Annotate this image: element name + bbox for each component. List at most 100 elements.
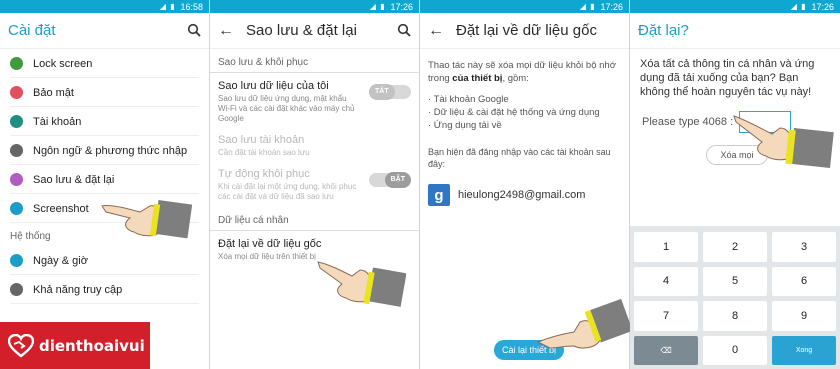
settings-item-label: Tài khoản <box>33 115 82 128</box>
clock-icon <box>10 254 23 267</box>
key-9[interactable]: 9 <box>772 301 836 331</box>
screenshot-icon <box>10 202 23 215</box>
status-bar: ◢ ▮ 17:26 <box>210 0 419 13</box>
key-2[interactable]: 2 <box>703 232 767 262</box>
key-7[interactable]: 7 <box>634 301 698 331</box>
auto-restore-desc: Khi cài đặt lại một ứng dụng, khôi phục … <box>218 182 357 201</box>
list-item: · Dữ liệu & cài đặt hệ thống và ứng dụng <box>428 107 600 118</box>
page-title: Đặt lại? <box>638 22 689 39</box>
backup-data-row[interactable]: Sao lưu dữ liệu của tôi Sao lưu dữ liệu … <box>210 75 419 129</box>
back-arrow-icon[interactable]: ← <box>428 22 444 40</box>
google-logo-icon: g <box>428 184 450 206</box>
pointing-hand-icon <box>101 199 192 239</box>
settings-item-label: Khả năng truy cập <box>33 283 123 296</box>
language-icon <box>10 144 23 157</box>
lock-screen-icon <box>10 57 23 70</box>
search-icon[interactable] <box>397 23 411 37</box>
reset-intro-bold: của thiết bị <box>452 73 503 84</box>
backspace-icon: ⌫ <box>660 345 672 355</box>
status-time: 17:26 <box>600 1 623 12</box>
backup-account-row: Sao lưu tài khoản Cần đặt tài khoản sao … <box>210 129 419 163</box>
backup-data-desc: Sao lưu dữ liệu ứng dụng, mật khẩu Wi-Fi… <box>218 94 355 123</box>
settings-item-label: Screenshot <box>33 202 89 215</box>
backspace-key[interactable]: ⌫ <box>634 335 698 365</box>
section-header-backup: Sao lưu & khôi phục <box>210 49 419 73</box>
confirm-header: Đặt lại? <box>630 13 840 49</box>
pointing-hand-icon <box>317 261 406 307</box>
auto-restore-row: Tự động khôi phục Khi cài đặt lại một ứn… <box>210 163 419 207</box>
auto-restore-toggle-label: BẬT <box>384 172 411 188</box>
status-time: 17:26 <box>811 1 834 12</box>
padlock-icon <box>10 86 23 99</box>
pointing-hand-icon <box>733 115 834 168</box>
settings-header: Cài đặt <box>0 13 209 49</box>
reset-intro-end: , gồm: <box>502 73 529 84</box>
key-5[interactable]: 5 <box>703 266 767 296</box>
factory-reset-title: Đặt lại về dữ liệu gốc <box>218 238 322 250</box>
auto-restore-toggle: BẬT <box>369 172 411 188</box>
account-email: hieulong2498@gmail.com <box>458 188 586 201</box>
google-account-row: g hieulong2498@gmail.com <box>428 184 621 206</box>
search-icon[interactable] <box>187 23 201 37</box>
status-bar: ◢ ▮ 16:58 <box>0 0 209 13</box>
pointing-hand-icon <box>536 298 630 349</box>
list-item: · Tài khoản Google <box>428 94 509 105</box>
accounts-note: Bạn hiện đã đăng nhập vào các tài khoản … <box>428 147 611 169</box>
logo-text: dienthoaivui <box>39 336 145 355</box>
done-key[interactable]: Xong <box>772 335 836 365</box>
settings-item-label: Ngày & giờ <box>33 254 88 267</box>
settings-item-clock[interactable]: Ngày & giờ <box>0 246 209 275</box>
backup-account-title: Sao lưu tài khoản <box>218 134 305 146</box>
settings-item-person[interactable]: Tài khoản <box>0 107 209 136</box>
settings-item-label: Sao lưu & đặt lại <box>33 173 115 186</box>
backup-reset-header: ← Sao lưu & đặt lại <box>210 13 419 49</box>
status-bar: ◢ ▮ 17:26 <box>630 0 840 13</box>
back-arrow-icon[interactable]: ← <box>218 22 234 40</box>
confirm-code-label: Please type 4068 : <box>642 116 734 128</box>
signal-icons: ◢ ▮ <box>159 2 176 11</box>
signal-icons: ◢ ▮ <box>790 2 807 11</box>
backup-toggle-label: TẮT <box>369 84 395 100</box>
confirm-message: Xóa tất cả thông tin cá nhân và ứng dụng… <box>640 58 815 98</box>
settings-item-hand[interactable]: Khả năng truy cập <box>0 275 209 304</box>
key-8[interactable]: 8 <box>703 301 767 331</box>
settings-item-padlock[interactable]: Bảo mật <box>0 78 209 107</box>
backup-icon <box>10 173 23 186</box>
settings-item-language[interactable]: Ngôn ngữ & phương thức nhập <box>0 136 209 165</box>
key-0[interactable]: 0 <box>703 335 767 365</box>
reset-intro: Thao tác này sẽ xóa mọi dữ liệu khỏi bộ … <box>428 59 621 85</box>
settings-item-backup[interactable]: Sao lưu & đặt lại <box>0 165 209 194</box>
signal-icons: ◢ ▮ <box>369 2 386 11</box>
factory-reset-header: ← Đặt lại về dữ liệu gốc <box>420 13 629 49</box>
page-title: Đặt lại về dữ liệu gốc <box>456 22 597 39</box>
settings-panel: ◢ ▮ 16:58 Cài đặt Lock screen Bảo mật Tài … <box>0 0 210 369</box>
reset-items-list: · Tài khoản Google · Dữ liệu & cài đặt h… <box>428 93 621 132</box>
backup-account-desc: Cần đặt tài khoản sao lưu <box>218 148 310 157</box>
signal-icons: ◢ ▮ <box>579 2 596 11</box>
factory-reset-content: Thao tác này sẽ xóa mọi dữ liệu khỏi bộ … <box>420 49 629 216</box>
backup-toggle[interactable]: TẮT <box>369 84 411 100</box>
heart-handshake-icon <box>8 333 34 358</box>
status-time: 17:26 <box>390 1 413 12</box>
system-settings-list: Ngày & giờ Khả năng truy cập <box>0 246 209 304</box>
confirm-reset-panel: ◢ ▮ 17:26 Đặt lại? Xóa tất cả thông tin … <box>630 0 840 369</box>
settings-item-label: Ngôn ngữ & phương thức nhập <box>33 144 188 157</box>
dienthoaivui-logo: dienthoaivui <box>0 322 150 369</box>
person-icon <box>10 115 23 128</box>
key-4[interactable]: 4 <box>634 266 698 296</box>
settings-item-lock-screen[interactable]: Lock screen <box>0 49 209 78</box>
numeric-keypad: 1 2 3 4 5 6 7 8 9 ⌫ 0 Xong <box>630 226 840 369</box>
page-title: Cài đặt <box>8 22 56 39</box>
backup-reset-panel: ◢ ▮ 17:26 ← Sao lưu & đặt lại Sao lưu & … <box>210 0 420 369</box>
status-time: 16:58 <box>180 1 203 12</box>
settings-item-label: Bảo mật <box>33 86 74 99</box>
status-bar: ◢ ▮ 17:26 <box>420 0 629 13</box>
hand-icon <box>10 283 23 296</box>
list-item: · Ứng dụng tải về <box>428 120 502 131</box>
page-title: Sao lưu & đặt lại <box>246 22 357 39</box>
key-1[interactable]: 1 <box>634 232 698 262</box>
key-3[interactable]: 3 <box>772 232 836 262</box>
section-header-personal-data: Dữ liệu cá nhân <box>210 207 419 231</box>
key-6[interactable]: 6 <box>772 266 836 296</box>
settings-item-label: Lock screen <box>33 57 93 70</box>
